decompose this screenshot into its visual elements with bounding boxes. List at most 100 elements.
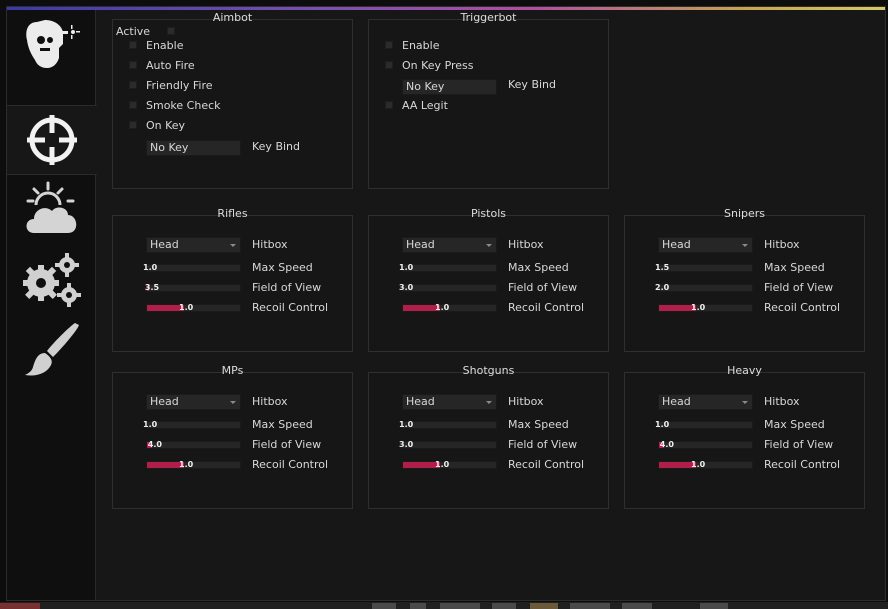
chevron-down-icon <box>230 401 236 404</box>
heavy-recoil-slider[interactable]: 1.0 <box>658 460 753 469</box>
shotguns-max-speed-slider[interactable]: 1.0 <box>399 420 497 429</box>
snipers-hitbox-select[interactable]: Head <box>658 237 753 253</box>
shotguns-group: Shotguns Head Hitbox 1.0 Max Speed 3.0 Field o… <box>368 364 609 509</box>
pistols-fov-slider[interactable]: 3.0 <box>399 283 497 292</box>
slider-value: 1.0 <box>655 420 670 429</box>
mps-title: MPs <box>221 364 244 377</box>
slider-value: 1.0 <box>399 263 414 272</box>
aimbot-key-input[interactable]: No Key <box>146 140 241 156</box>
checkbox[interactable] <box>129 121 137 129</box>
triggerbot-title: Triggerbot <box>460 11 517 24</box>
mps-fov-slider[interactable]: 4.0 <box>146 440 241 449</box>
tab-visuals[interactable] <box>7 10 96 80</box>
taskbar-item[interactable] <box>570 603 610 609</box>
tab-misc[interactable] <box>7 245 96 315</box>
rifles-fov-slider[interactable]: 3.5 <box>144 283 241 292</box>
cheat-menu-window: Aimbot Active Enable Auto Fire Friendly … <box>6 6 886 601</box>
snipers-fov-slider[interactable]: 2.0 <box>655 283 753 292</box>
heavy-max-speed-slider[interactable]: 1.0 <box>655 420 753 429</box>
heavy-recoil-label: Recoil Control <box>764 458 841 471</box>
triggerbot-key-input[interactable]: No Key <box>402 79 497 95</box>
taskbar-item[interactable] <box>0 603 40 609</box>
sidebar <box>7 10 97 600</box>
triggerbot-key-bind-label: Key Bind <box>508 78 556 91</box>
visuals-head-icon <box>25 20 80 68</box>
aimbot-title: Aimbot <box>212 11 253 24</box>
shotguns-fov-slider[interactable]: 3.0 <box>399 440 497 449</box>
taskbar-item[interactable] <box>530 603 558 609</box>
aimbot-active-row[interactable]: Active <box>116 24 150 38</box>
slider-value: 4.0 <box>659 440 674 449</box>
aimbot-onkey-row[interactable]: On Key <box>129 118 185 132</box>
rifles-hitbox-label: Hitbox <box>252 238 288 251</box>
triggerbot-aalegit-row[interactable]: AA Legit <box>385 98 448 112</box>
triggerbot-enable-row[interactable]: Enable <box>385 38 439 52</box>
slider-value: 1.0 <box>399 420 414 429</box>
shotguns-hitbox-label: Hitbox <box>508 395 544 408</box>
rifles-recoil-slider[interactable]: 1.0 <box>146 303 241 312</box>
heavy-hitbox-label: Hitbox <box>764 395 800 408</box>
tab-skins[interactable] <box>7 315 96 385</box>
chevron-down-icon <box>486 401 492 404</box>
heavy-fov-slider[interactable]: 4.0 <box>658 440 753 449</box>
snipers-hitbox-label: Hitbox <box>764 238 800 251</box>
slider-value: 4.0 <box>147 440 162 449</box>
shotguns-recoil-slider[interactable]: 1.0 <box>402 460 497 469</box>
taskbar-item[interactable] <box>492 603 516 609</box>
slider-value: 1.0 <box>179 303 194 312</box>
taskbar <box>0 602 888 609</box>
option-label: AA Legit <box>402 98 448 112</box>
hitbox-value: Head <box>406 238 435 251</box>
triggerbot-group: Triggerbot Enable On Key Press No Key Ke… <box>368 11 609 189</box>
heavy-fov-label: Field of View <box>764 438 834 451</box>
triggerbot-onkeypress-row[interactable]: On Key Press <box>385 58 474 72</box>
pistols-recoil-slider[interactable]: 1.0 <box>402 303 497 312</box>
title-gradient-bar <box>7 7 885 10</box>
pistols-max-speed-label: Max Speed <box>508 261 569 274</box>
snipers-group: Snipers Head Hitbox 1.5 Max Speed 2.0 Field of… <box>624 207 865 352</box>
taskbar-item[interactable] <box>440 603 480 609</box>
snipers-recoil-slider[interactable]: 1.0 <box>658 303 753 312</box>
taskbar-item[interactable] <box>622 603 652 609</box>
tab-weather[interactable] <box>7 175 96 245</box>
aimbot-smokecheck-row[interactable]: Smoke Check <box>129 98 221 112</box>
option-label: On Key <box>146 118 186 132</box>
snipers-recoil-label: Recoil Control <box>764 301 841 314</box>
mps-group: MPs Head Hitbox 1.0 Max Speed 4.0 Field of Vie… <box>112 364 353 509</box>
snipers-max-speed-label: Max Speed <box>764 261 825 274</box>
rifles-max-speed-slider[interactable]: 1.0 <box>143 263 241 272</box>
mps-hitbox-select[interactable]: Head <box>146 394 241 410</box>
checkbox[interactable] <box>385 101 393 109</box>
shotguns-hitbox-select[interactable]: Head <box>402 394 497 410</box>
checkbox[interactable] <box>129 81 137 89</box>
slider-value: 1.0 <box>691 460 706 469</box>
mps-max-speed-label: Max Speed <box>252 418 313 431</box>
aimbot-friendlyfire-row[interactable]: Friendly Fire <box>129 78 213 92</box>
aimbot-active-label: Active <box>116 24 151 38</box>
rifles-max-speed-label: Max Speed <box>252 261 313 274</box>
hitbox-value: Head <box>150 238 179 251</box>
checkbox[interactable] <box>385 61 393 69</box>
aimbot-enable-row[interactable]: Enable <box>129 38 183 52</box>
aimbot-autofire-row[interactable]: Auto Fire <box>129 58 195 72</box>
mps-recoil-slider[interactable]: 1.0 <box>146 460 241 469</box>
checkbox[interactable] <box>385 41 393 49</box>
taskbar-item[interactable] <box>700 603 728 609</box>
slider-value: 3.5 <box>144 283 160 292</box>
taskbar-item[interactable] <box>372 603 396 609</box>
mps-max-speed-slider[interactable]: 1.0 <box>143 420 241 429</box>
checkbox[interactable] <box>129 61 137 69</box>
tab-aimbot[interactable] <box>7 105 97 175</box>
taskbar-item[interactable] <box>410 603 426 609</box>
gears-icon <box>22 253 81 307</box>
checkbox[interactable] <box>129 101 137 109</box>
rifles-hitbox-select[interactable]: Head <box>146 237 241 253</box>
aimbot-group: Aimbot Active Enable Auto Fire Friendly … <box>112 11 353 189</box>
heavy-hitbox-select[interactable]: Head <box>658 394 753 410</box>
checkbox[interactable] <box>129 41 137 49</box>
pistols-hitbox-select[interactable]: Head <box>402 237 497 253</box>
aimbot-active-checkbox[interactable] <box>167 27 175 35</box>
pistols-max-speed-slider[interactable]: 1.0 <box>399 263 497 272</box>
option-label: Enable <box>402 38 440 52</box>
snipers-max-speed-slider[interactable]: 1.5 <box>655 263 753 272</box>
